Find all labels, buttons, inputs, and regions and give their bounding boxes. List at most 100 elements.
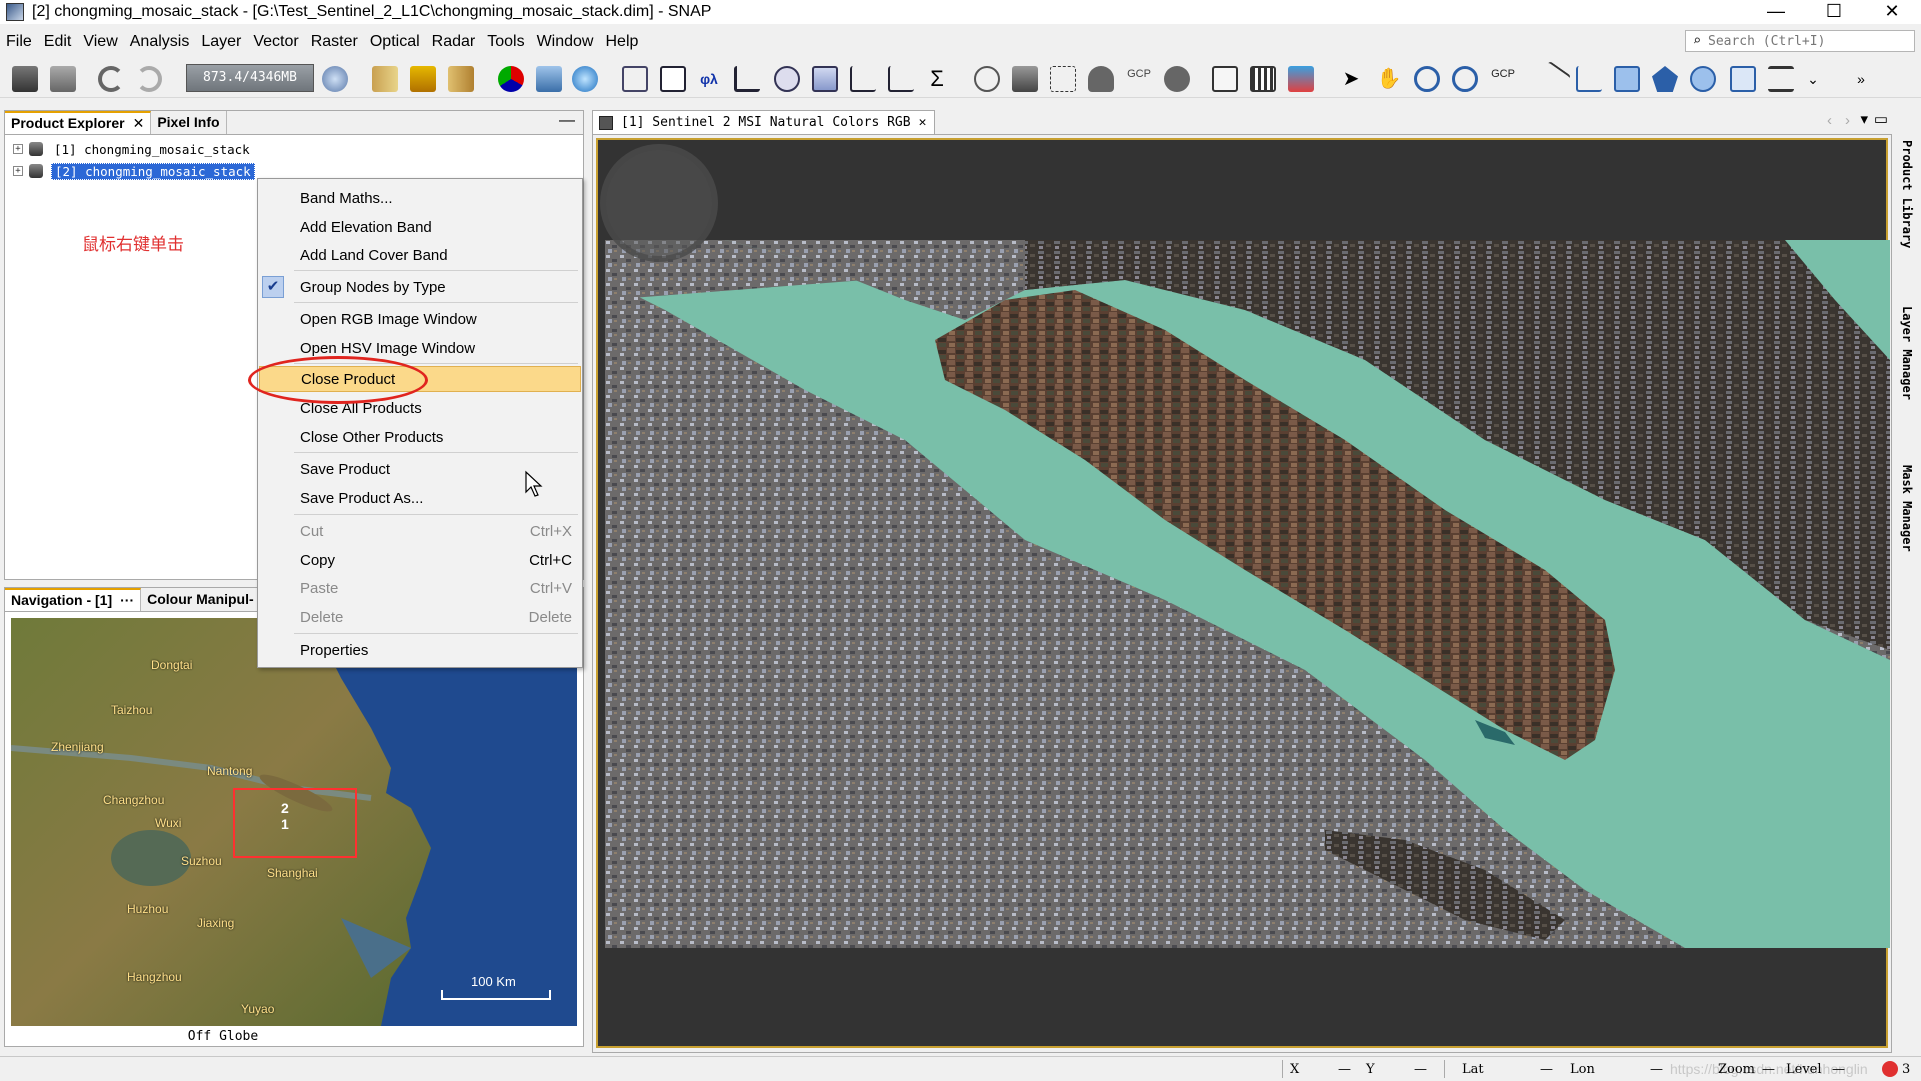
pan-tool-icon[interactable]: ✋ (1376, 66, 1402, 92)
viewport-box[interactable]: 2 1 (233, 788, 357, 858)
product-library-tab[interactable]: Product Library (1900, 140, 1914, 248)
time-series-icon[interactable] (1012, 66, 1038, 92)
redo-icon[interactable] (136, 66, 162, 92)
menu-window[interactable]: Window (531, 33, 600, 51)
satellite-image[interactable] (605, 240, 1890, 948)
gcp-manager-icon[interactable]: GCP (1126, 66, 1152, 92)
subset-icon[interactable] (1288, 66, 1314, 92)
ellipse-drawing-icon[interactable] (1690, 66, 1716, 92)
polyline-drawing-icon[interactable] (1576, 66, 1602, 92)
undo-icon[interactable] (98, 66, 124, 92)
menu-tools[interactable]: Tools (481, 33, 530, 51)
grid-icon[interactable] (1250, 66, 1276, 92)
sentinel-icon[interactable] (536, 66, 562, 92)
pin-manager-icon[interactable] (1088, 66, 1114, 92)
navigation-wheel[interactable] (600, 144, 718, 262)
menu-item-group-nodes-by-type[interactable]: ✔ Group Nodes by Type (258, 274, 582, 300)
search-input[interactable]: ⌕ Search (Ctrl+I) (1685, 30, 1915, 52)
tab-navigation[interactable]: Navigation - [1] ··· (5, 588, 142, 612)
scroll-left-icon[interactable]: ‹ (1827, 112, 1832, 129)
maximize-button[interactable]: ☐ (1805, 0, 1863, 24)
menu-item-open-hsv-image-window[interactable]: Open HSV Image Window (258, 335, 582, 361)
menu-item-band-maths[interactable]: Band Maths... (258, 185, 582, 211)
menu-file[interactable]: File (0, 33, 38, 51)
navigation-map[interactable]: Dongtai Taizhou Zhenjiang Nantong Changz… (11, 618, 577, 1026)
profile-plot-icon[interactable] (850, 66, 876, 92)
information-icon[interactable] (774, 66, 800, 92)
menu-optical[interactable]: Optical (364, 33, 426, 51)
minimize-button[interactable]: — (1747, 0, 1805, 24)
menu-item-add-land-cover-band[interactable]: Add Land Cover Band (258, 242, 582, 268)
menu-item-close-product[interactable]: Close Product (259, 366, 581, 392)
menu-item-properties[interactable]: Properties (258, 637, 582, 663)
tab-navigation-more[interactable]: ··· (120, 589, 134, 612)
mask-area-icon[interactable] (974, 66, 1000, 92)
menu-analysis[interactable]: Analysis (124, 33, 196, 51)
product-grouping-icon[interactable] (1212, 66, 1238, 92)
menu-item-close-all-products[interactable]: Close All Products (258, 395, 582, 421)
histogram-icon[interactable] (734, 66, 760, 92)
tab-colour-manipulation[interactable]: Colour Manipul- (141, 588, 261, 611)
tab-pixel-info[interactable]: Pixel Info (151, 111, 227, 134)
worldwind-icon[interactable] (572, 66, 598, 92)
product-node-2[interactable]: + [2] chongming_mosaic_stack (13, 161, 255, 181)
menu-item-open-rgb-image-window[interactable]: Open RGB Image Window (258, 306, 582, 332)
rgb-image-icon[interactable] (498, 66, 524, 92)
tab-image-view[interactable]: [1] Sentinel 2 MSI Natural Colors RGB ✕ (592, 110, 936, 134)
spectrum-icon[interactable]: φλ (696, 66, 722, 92)
minimize-panel-icon[interactable]: — (559, 111, 575, 131)
stack-icon[interactable] (448, 66, 474, 92)
scroll-right-icon[interactable]: › (1845, 112, 1850, 129)
menu-help[interactable]: Help (599, 33, 644, 51)
close-tab-icon[interactable]: ✕ (133, 112, 145, 135)
range-finder-icon[interactable] (1730, 66, 1756, 92)
pin-placing-icon[interactable] (1452, 66, 1478, 92)
memory-indicator[interactable]: 873.4/4346MB (186, 64, 314, 92)
menu-item-close-other-products[interactable]: Close Other Products (258, 424, 582, 450)
band-maths-icon[interactable] (660, 66, 686, 92)
menu-item-paste[interactable]: Paste Ctrl+V (258, 575, 582, 601)
geo-coding-icon[interactable] (812, 66, 838, 92)
tab-list-icon[interactable]: ▾ (1860, 110, 1868, 128)
menu-layer[interactable]: Layer (195, 33, 247, 51)
bands-icon[interactable] (410, 66, 436, 92)
menu-edit[interactable]: Edit (38, 33, 78, 51)
select-tool-icon[interactable]: ➤ (1338, 66, 1364, 92)
menu-radar[interactable]: Radar (426, 33, 482, 51)
notification-icon[interactable] (1882, 1061, 1898, 1077)
menu-item-add-elevation-band[interactable]: Add Elevation Band (258, 214, 582, 240)
statistics-icon[interactable]: Σ (924, 66, 950, 92)
world-map-icon[interactable] (322, 66, 348, 92)
graticule-icon[interactable] (1050, 66, 1076, 92)
world-view-icon[interactable] (1164, 66, 1190, 92)
save-product-icon[interactable] (50, 66, 76, 92)
tab-navigation-label: Navigation - [1] (11, 592, 113, 608)
menu-raster[interactable]: Raster (305, 33, 364, 51)
maximize-view-icon[interactable]: ▭ (1874, 110, 1888, 128)
open-product-icon[interactable] (12, 66, 38, 92)
menu-item-cut[interactable]: Cut Ctrl+X (258, 518, 582, 544)
graph-builder-icon[interactable] (622, 66, 648, 92)
menu-vector[interactable]: Vector (247, 33, 304, 51)
layer-manager-tab[interactable]: Layer Manager (1900, 306, 1914, 400)
gcp-placing-icon[interactable]: GCP (1490, 66, 1516, 92)
expand-icon[interactable]: + (13, 144, 23, 154)
mask-manager-tab[interactable]: Mask Manager (1900, 465, 1914, 552)
menu-view[interactable]: View (77, 33, 123, 51)
close-window-button[interactable]: ✕ (1863, 0, 1921, 24)
rectangle-drawing-icon[interactable] (1614, 66, 1640, 92)
toolbar-overflow-icon[interactable]: » (1848, 66, 1874, 92)
close-tab-icon[interactable]: ✕ (919, 115, 927, 130)
zoom-tool-icon[interactable] (1414, 66, 1440, 92)
product-node-1[interactable]: + [1] chongming_mosaic_stack (13, 139, 253, 159)
import-icon[interactable] (372, 66, 398, 92)
expand-icon[interactable]: + (13, 166, 23, 176)
scatter-plot-icon[interactable] (888, 66, 914, 92)
tab-product-explorer[interactable]: Product Explorer ✕ (5, 111, 152, 135)
line-drawing-icon[interactable] (1534, 60, 1572, 98)
menu-item-delete[interactable]: Delete Delete (258, 604, 582, 630)
menu-item-copy[interactable]: Copy Ctrl+C (258, 547, 582, 573)
more-tools-chevron-icon[interactable]: ⌄ (1800, 66, 1826, 92)
polygon-drawing-icon[interactable] (1652, 66, 1678, 92)
magic-wand-icon[interactable] (1768, 66, 1794, 92)
